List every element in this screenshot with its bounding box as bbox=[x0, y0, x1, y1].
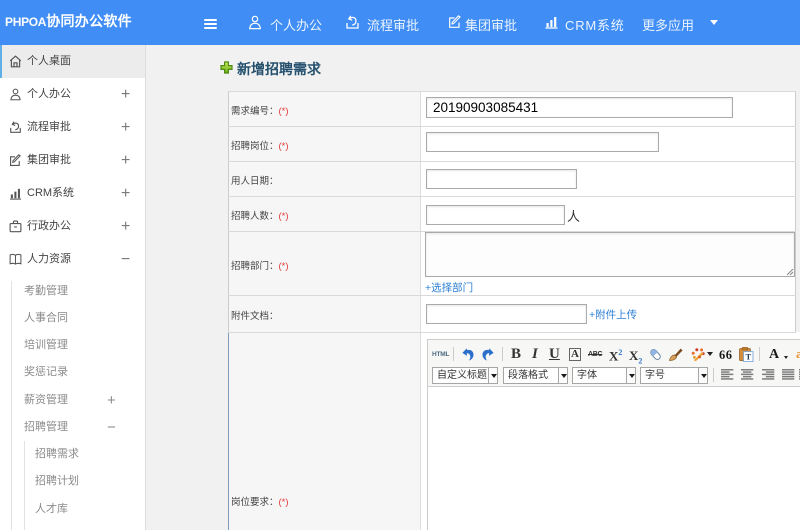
svg-text:T: T bbox=[745, 351, 751, 361]
